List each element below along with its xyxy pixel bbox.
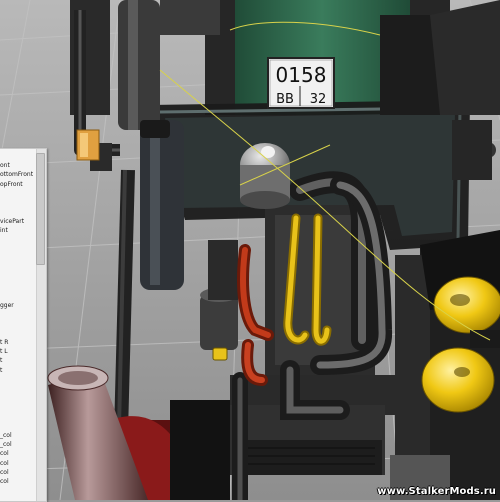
scene-tree-item-label: int [0,227,8,235]
scene-tree-item[interactable]: col [0,477,40,486]
scene-tree-item-label: t R [0,338,9,346]
scene-tree-scroll-thumb[interactable] [36,153,45,265]
plate-region-code: 32 [310,92,327,107]
scene-tree-item[interactable] [0,375,40,384]
scene-tree-item[interactable] [0,273,40,282]
plate-number: 0158 [276,63,327,87]
scene-tree-item[interactable] [0,189,40,198]
scene-tree-item[interactable]: opFront [0,180,40,189]
scene-tree-item-label: ottomFront [0,171,34,179]
scene-tree-item[interactable] [0,319,40,328]
plate-region-letters: BB [276,92,294,107]
scene-tree-item[interactable]: vicePart [0,217,40,226]
scene-tree-item[interactable] [0,291,40,300]
scene-tree-item[interactable] [0,403,40,412]
scene-tree-item[interactable] [0,208,40,217]
scene-tree-item-label: col [0,450,9,458]
scene-tree-item[interactable]: col [0,468,40,477]
scene-tree-item-label: t L [0,348,8,355]
scene-tree-item[interactable] [0,282,40,291]
scene-tree-item[interactable]: gger [0,301,40,310]
scene-tree-item[interactable]: _col [0,431,40,440]
scene-tree-panel[interactable]: ont ottomFront opFront vicePart int gger t R t … [0,148,47,502]
scene-tree-item-label: col [0,459,9,467]
scene-tree-item-label: t [0,366,3,374]
small-yellow-cap [212,347,228,361]
foreground-dark-part [170,400,230,500]
scene-tree-item[interactable] [0,310,40,319]
scene-tree-item-label: col [0,478,9,486]
scene-tree-item-label: _col [0,441,12,448]
scene-tree-item-label: gger [0,301,14,309]
scene-tree-item[interactable] [0,254,40,263]
scene-tree-item[interactable]: col [0,459,40,468]
scene-tree-item[interactable] [0,421,40,430]
scene-tree-item[interactable]: int [0,226,40,235]
scene-tree-item-label: vicePart [0,217,25,225]
scene-tree-item[interactable] [0,263,40,272]
scene-tree-item[interactable]: t L [0,347,40,356]
scene-tree-item[interactable]: ont [0,161,40,170]
scene-tree-item-label: t [0,357,3,365]
scene-tree-item[interactable] [0,245,40,254]
scene-tree-item[interactable] [0,328,40,337]
license-plate: 0158 BB 32 [267,57,335,109]
scene-tree-item[interactable]: col [0,449,40,458]
scene-tree-item[interactable] [0,394,40,403]
scene-tree-item[interactable]: t R [0,338,40,347]
scene-tree-item-label: _col [0,431,12,439]
scene-tree-item[interactable]: _col [0,440,40,449]
scene-tree-item[interactable]: ottomFront [0,170,40,179]
scene-tree-scrollbar[interactable] [36,149,46,501]
scene-tree-item-label: col [0,468,9,476]
scene-tree-item[interactable]: t [0,356,40,365]
scene-tree-item[interactable] [0,198,40,207]
scene-tree-item-label: ont [0,162,10,169]
scene-tree-item-label: opFront [0,180,23,188]
scene-tree-item[interactable]: t [0,366,40,375]
scene-tree-item[interactable] [0,384,40,393]
air-filter [240,143,290,209]
scene-tree-item[interactable] [0,235,40,244]
3d-viewport[interactable]: 0158 BB 32 [0,0,500,500]
scene-tree-item[interactable] [0,412,40,421]
watermark: www.StalkerMods.ru [377,486,496,497]
